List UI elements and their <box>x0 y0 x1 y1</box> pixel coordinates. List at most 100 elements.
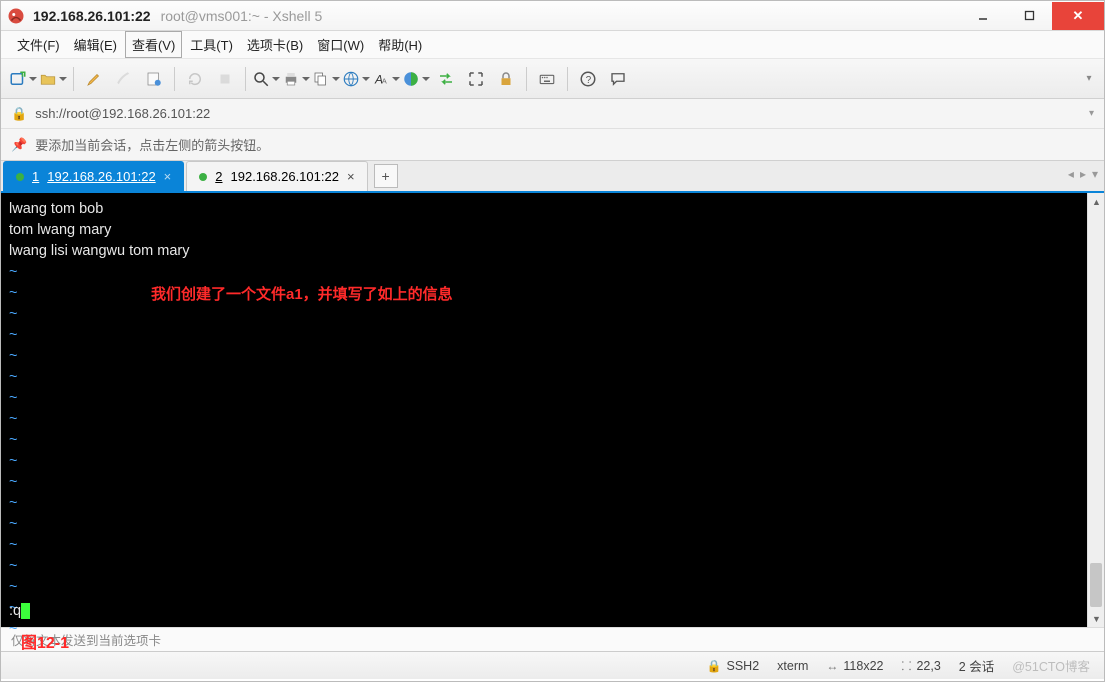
tab-index: 1 <box>32 169 39 184</box>
terminal-line: tom lwang mary <box>9 222 111 238</box>
status-term-text: xterm <box>777 659 808 673</box>
brush-icon[interactable] <box>110 65 138 93</box>
vim-tilde: ~ <box>9 348 17 364</box>
font-icon[interactable]: AA <box>372 65 400 93</box>
info-text: 要添加当前会话，点击左侧的箭头按钮。 <box>35 135 269 154</box>
tab-index: 2 <box>215 169 222 184</box>
color-scheme-icon[interactable] <box>402 65 430 93</box>
menu-file[interactable]: 文件(F) <box>11 32 66 57</box>
hint-bar: 仅将文本发送到当前选项卡 <box>1 627 1104 651</box>
vim-tilde: ~ <box>9 369 17 385</box>
copy-selection-icon[interactable] <box>312 65 340 93</box>
figure-label: 图12-1 <box>21 629 69 653</box>
vim-tilde: ~ <box>9 390 17 406</box>
menu-tabs[interactable]: 选项卡(B) <box>241 32 309 57</box>
keyboard-icon[interactable] <box>533 65 561 93</box>
terminal-area: lwang tom bob tom lwang mary lwang lisi … <box>1 193 1104 627</box>
status-proto-text: SSH2 <box>727 659 760 673</box>
annotation-text: 我们创建了一个文件a1，并填写了如上的信息 <box>151 285 453 305</box>
session-tab-1[interactable]: 1 192.168.26.101:22 × <box>3 161 184 191</box>
status-bar: 🔒SSH2 xterm ↔118x22 ⸬22,3 2 会话 @51CTO博客 <box>1 651 1104 679</box>
vim-command: :q <box>9 603 21 619</box>
vertical-scrollbar[interactable]: ▲ ▼ <box>1087 193 1104 627</box>
tab-close-icon[interactable]: × <box>164 169 172 184</box>
search-icon[interactable] <box>252 65 280 93</box>
lock-icon[interactable] <box>492 65 520 93</box>
watermark-text: @51CTO博客 <box>1012 656 1090 675</box>
tab-strip: 1 192.168.26.101:22 × 2 192.168.26.101:2… <box>1 161 1104 193</box>
window-controls: ✕ <box>960 2 1104 30</box>
vim-tilde: ~ <box>9 474 17 490</box>
cursor-icon <box>21 603 30 619</box>
maximize-button[interactable] <box>1006 2 1052 30</box>
terminal-line: lwang tom bob <box>9 201 103 217</box>
vim-tilde: ~ <box>9 537 17 553</box>
tab-prev-icon[interactable]: ◂ <box>1068 167 1074 181</box>
menu-bar: 文件(F) 编辑(E) 查看(V) 工具(T) 选项卡(B) 窗口(W) 帮助(… <box>1 31 1104 59</box>
disconnect-icon[interactable] <box>211 65 239 93</box>
open-icon[interactable] <box>39 65 67 93</box>
toolbar-separator <box>526 67 527 91</box>
terminal-line: lwang lisi wangwu tom mary <box>9 243 190 259</box>
status-size-text: 118x22 <box>843 659 883 673</box>
tab-close-icon[interactable]: × <box>347 169 355 184</box>
vim-tilde: ~ <box>9 327 17 343</box>
tab-list-icon[interactable]: ▾ <box>1092 167 1098 181</box>
print-icon[interactable] <box>282 65 310 93</box>
status-size: ↔ 118x22 <box>826 659 883 673</box>
pin-icon[interactable]: 📌 <box>11 137 27 153</box>
highlight-icon[interactable] <box>80 65 108 93</box>
tab-next-icon[interactable]: ▸ <box>1080 167 1086 181</box>
svg-text:?: ? <box>586 74 592 85</box>
minimize-button[interactable] <box>960 2 1006 30</box>
vim-tilde: ~ <box>9 432 17 448</box>
transfer-icon[interactable] <box>432 65 460 93</box>
toolbar-separator <box>567 67 568 91</box>
close-button[interactable]: ✕ <box>1052 2 1104 30</box>
toolbar: AA ? ▾ <box>1 59 1104 99</box>
scroll-down-icon[interactable]: ▼ <box>1088 610 1105 627</box>
vim-tilde: ~ <box>9 306 17 322</box>
toolbar-overflow-icon[interactable]: ▾ <box>1082 73 1096 84</box>
status-protocol: 🔒 SSH2 <box>707 659 760 673</box>
fullscreen-icon[interactable] <box>462 65 490 93</box>
size-icon: ↔ <box>826 659 838 673</box>
status-dot-icon <box>199 173 207 181</box>
app-icon <box>7 7 25 25</box>
reconnect-icon[interactable] <box>181 65 209 93</box>
scrollbar-thumb[interactable] <box>1090 563 1102 607</box>
menu-window[interactable]: 窗口(W) <box>311 32 370 57</box>
tab-label: 192.168.26.101:22 <box>47 169 155 184</box>
session-tab-2[interactable]: 2 192.168.26.101:22 × <box>186 161 367 191</box>
vim-tilde: ~ <box>9 495 17 511</box>
new-session-icon[interactable] <box>9 65 37 93</box>
vim-tilde: ~ <box>9 264 17 280</box>
properties-icon[interactable] <box>140 65 168 93</box>
status-sessions: 2 会话 <box>959 656 994 675</box>
tab-label: 192.168.26.101:22 <box>231 169 339 184</box>
vim-command-line[interactable]: :q <box>9 601 30 621</box>
address-lock-icon: 🔒 <box>11 106 27 122</box>
status-term: xterm <box>777 659 808 673</box>
add-tab-button[interactable]: + <box>374 164 398 188</box>
scroll-up-icon[interactable]: ▲ <box>1088 193 1105 210</box>
address-text[interactable]: ssh://root@192.168.26.101:22 <box>35 106 1081 121</box>
window-title-sub: root@vms001:~ - Xshell 5 <box>161 8 323 24</box>
menu-edit[interactable]: 编辑(E) <box>68 32 123 57</box>
address-bar: 🔒 ssh://root@192.168.26.101:22 ▾ <box>1 99 1104 129</box>
vim-tilde: ~ <box>9 516 17 532</box>
menu-view[interactable]: 查看(V) <box>125 31 182 58</box>
vim-tilde: ~ <box>9 411 17 427</box>
menu-help[interactable]: 帮助(H) <box>372 32 428 57</box>
tab-nav: ◂ ▸ ▾ <box>1068 167 1098 181</box>
menu-tools[interactable]: 工具(T) <box>184 32 239 57</box>
address-chevron-icon[interactable]: ▾ <box>1089 108 1094 119</box>
globe-icon[interactable] <box>342 65 370 93</box>
chat-icon[interactable] <box>604 65 632 93</box>
vim-tilde: ~ <box>9 621 17 637</box>
terminal[interactable]: lwang tom bob tom lwang mary lwang lisi … <box>1 193 1087 627</box>
help-icon[interactable]: ? <box>574 65 602 93</box>
svg-text:A: A <box>382 76 387 85</box>
lock-small-icon: 🔒 <box>707 659 722 673</box>
window-title-main: 192.168.26.101:22 <box>33 8 151 24</box>
